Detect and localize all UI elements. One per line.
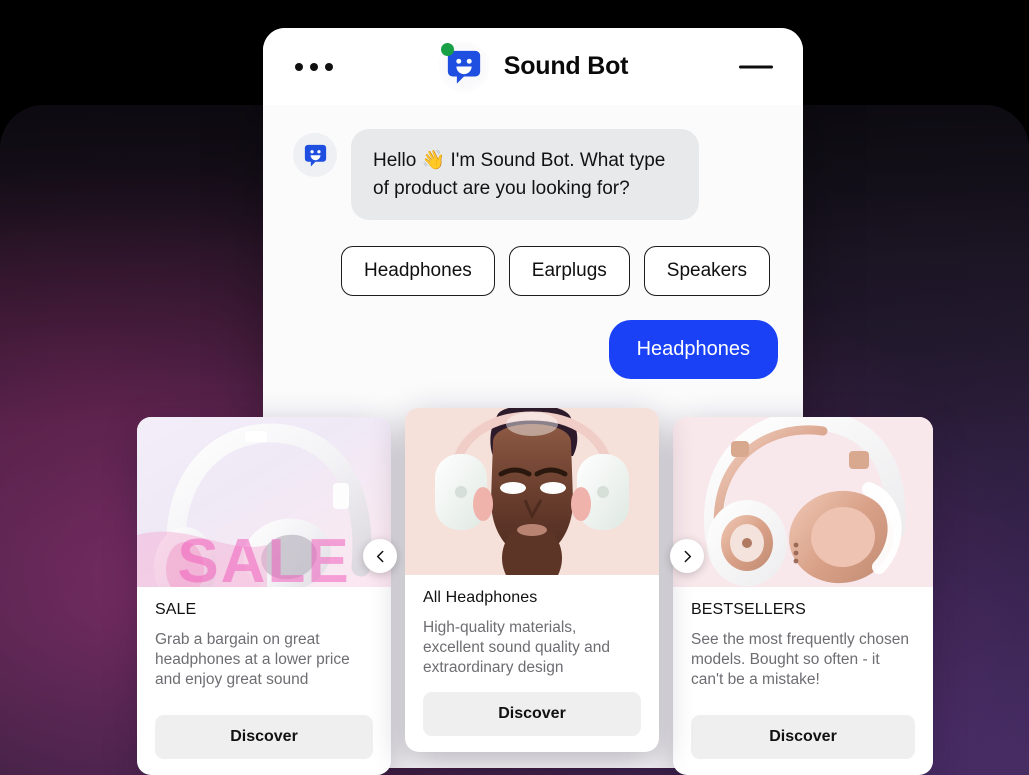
bot-name: Sound Bot	[503, 52, 629, 80]
card-image-sale: SALE	[137, 417, 391, 587]
chat-brand: Sound Bot	[263, 28, 803, 105]
quick-reply-earplugs[interactable]: Earplugs	[508, 246, 630, 297]
quick-reply-group: Headphones Earplugs Speakers	[263, 220, 803, 297]
discover-button-sale[interactable]: Discover	[155, 715, 373, 759]
bot-message-bubble: Hello 👋 I'm Sound Bot. What type of prod…	[351, 129, 699, 221]
card-image-bestsellers	[673, 417, 933, 587]
quick-reply-headphones[interactable]: Headphones	[341, 246, 495, 297]
user-message-row: Headphones	[263, 296, 803, 380]
minimize-button[interactable]	[739, 65, 773, 68]
carousel-card-sale[interactable]: SALE SALE Grab a bargain on great headph…	[137, 417, 391, 775]
card-description: Grab a bargain on great headphones at a …	[155, 631, 350, 689]
chat-bubble-smile-icon	[304, 144, 326, 166]
dot	[325, 62, 333, 71]
carousel-card-bestsellers[interactable]: BESTSELLERS See the most frequently chos…	[673, 417, 933, 775]
avatar-halo	[437, 40, 490, 93]
card-title: SALE	[155, 601, 197, 618]
screenshot-stage: Sound Bot Hello 👋 I'm Sound Bot. What ty…	[0, 0, 1029, 775]
bot-message-avatar	[293, 133, 337, 177]
card-body-bestsellers: BESTSELLERS See the most frequently chos…	[673, 587, 933, 775]
rose-gold-headphones-illustration	[673, 417, 933, 587]
chevron-left-icon	[376, 550, 383, 562]
carousel-prev-button[interactable]	[363, 539, 397, 573]
bot-message-row: Hello 👋 I'm Sound Bot. What type of prod…	[263, 129, 803, 221]
chevron-right-icon	[684, 550, 691, 562]
card-title: BESTSELLERS	[691, 601, 806, 618]
sale-overlay-text: SALE	[177, 527, 351, 587]
card-title: All Headphones	[423, 588, 538, 606]
discover-button-bestsellers[interactable]: Discover	[691, 715, 915, 759]
dot	[295, 62, 303, 71]
discover-button-all-headphones[interactable]: Discover	[423, 692, 641, 736]
bot-avatar	[437, 40, 490, 93]
user-message-bubble: Headphones	[608, 320, 778, 380]
product-carousel: SALE SALE Grab a bargain on great headph…	[137, 408, 933, 775]
chat-bubble-smile-icon	[447, 50, 480, 84]
card-description: High-quality materials, excellent sound …	[423, 618, 610, 676]
model-portrait-illustration	[405, 408, 659, 575]
three-dots-icon[interactable]	[295, 62, 333, 71]
card-body-all-headphones: All Headphones High-quality materials, e…	[405, 575, 659, 752]
card-body-sale: SALE Grab a bargain on great headphones …	[137, 587, 391, 775]
quick-reply-speakers[interactable]: Speakers	[643, 246, 771, 297]
chat-header: Sound Bot	[263, 28, 803, 105]
carousel-next-button[interactable]	[670, 539, 704, 573]
card-image-all-headphones	[405, 408, 659, 575]
carousel-card-all-headphones[interactable]: All Headphones High-quality materials, e…	[405, 408, 659, 752]
dot	[310, 62, 318, 71]
card-description: See the most frequently chosen models. B…	[691, 631, 909, 689]
online-status-dot	[440, 42, 454, 56]
